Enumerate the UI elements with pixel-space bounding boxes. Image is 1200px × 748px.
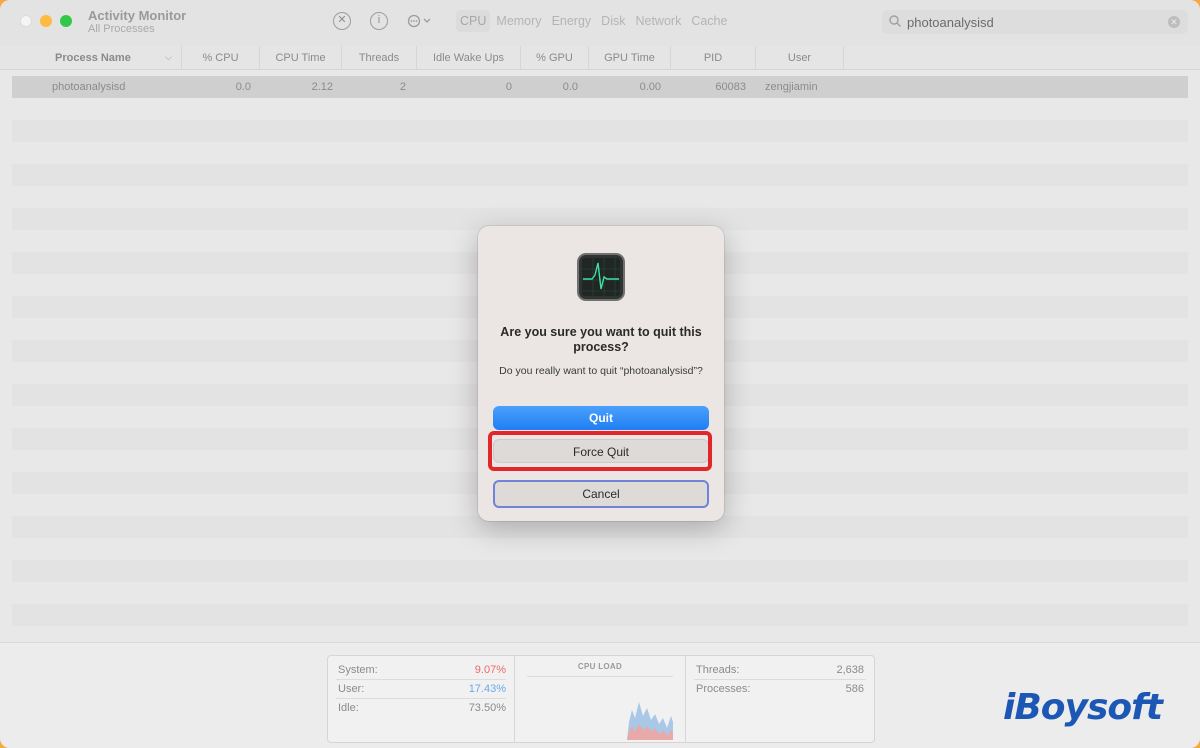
- empty-row: [12, 604, 1188, 626]
- iboysoft-watermark-logo: iBoysoft: [1003, 687, 1163, 728]
- dialog-title: Are you sure you want to quit this proce…: [500, 325, 702, 354]
- tab-memory[interactable]: Memory: [492, 10, 545, 32]
- pid-cell: 60083: [715, 81, 746, 93]
- threads-label: Threads:: [696, 664, 740, 676]
- system-label: System:: [338, 664, 378, 676]
- zoom-window-button[interactable]: [60, 15, 72, 27]
- cpu-time-cell: 2.12: [311, 81, 333, 93]
- clear-search-icon[interactable]: ✕: [1168, 16, 1180, 28]
- cpu-load-graph: CPU LOAD: [515, 656, 685, 742]
- divider: [694, 679, 866, 680]
- activity-monitor-app-icon: [577, 253, 625, 301]
- app-subtitle[interactable]: All Processes: [88, 23, 155, 35]
- process-name-cell: photoanalysisd: [52, 81, 126, 93]
- tab-energy[interactable]: Energy: [548, 10, 596, 32]
- tab-disk[interactable]: Disk: [597, 10, 629, 32]
- dialog-message: Do you really want to quit “photoanalysi…: [499, 365, 703, 377]
- empty-row: [12, 164, 1188, 186]
- cpu-usage-box: System: 9.07% User: 17.43% Idle: 73.50%: [328, 656, 514, 742]
- user-label: User:: [338, 683, 365, 695]
- quit-button[interactable]: Quit: [493, 406, 709, 430]
- column-cpu[interactable]: % CPU: [182, 46, 260, 70]
- column-threads[interactable]: Threads: [342, 46, 417, 70]
- divider: [336, 679, 506, 680]
- activity-monitor-graph-icon: [582, 258, 620, 296]
- idle-wake-ups-cell: 0: [505, 81, 512, 93]
- table-row[interactable]: photoanalysisd 0.0 2.12 2 0 0.0 0.00 600…: [12, 76, 1188, 98]
- minimize-window-button[interactable]: [40, 15, 52, 27]
- quit-process-dialog: Are you sure you want to quit this proce…: [478, 226, 724, 521]
- search-input[interactable]: photoanalysisd: [907, 15, 994, 30]
- app-title: Activity Monitor: [88, 8, 187, 23]
- empty-row: [12, 560, 1188, 582]
- empty-row: [12, 120, 1188, 142]
- idle-label: Idle:: [338, 702, 359, 714]
- processes-value: 586: [845, 683, 864, 695]
- tab-network[interactable]: Network: [631, 10, 685, 32]
- search-field[interactable]: photoanalysisd ✕: [882, 10, 1188, 34]
- processes-label: Processes:: [696, 683, 751, 695]
- more-icon[interactable]: [406, 12, 434, 30]
- threads-cell: 2: [399, 81, 406, 93]
- more-icon-glyph: [407, 14, 431, 28]
- column-pid[interactable]: PID: [671, 46, 756, 70]
- tab-cpu[interactable]: CPU: [456, 10, 491, 32]
- cpu-stats-panel: System: 9.07% User: 17.43% Idle: 73.50% …: [327, 655, 875, 743]
- view-tabs: CPU Memory Energy Disk Network Cache: [456, 10, 733, 32]
- toolbar: Activity Monitor All Processes ✕ i CPU M…: [0, 0, 1200, 46]
- threads-processes-box: Threads: 2,638 Processes: 586: [686, 656, 874, 742]
- user-value: 17.43%: [468, 683, 506, 695]
- info-icon[interactable]: i: [370, 12, 388, 30]
- column-user[interactable]: User: [756, 46, 844, 70]
- cpu-cell: 0.0: [235, 81, 251, 93]
- tab-cache[interactable]: Cache: [687, 10, 731, 32]
- stop-icon[interactable]: ✕: [333, 12, 351, 30]
- column-gpu[interactable]: % GPU: [521, 46, 589, 70]
- idle-value: 73.50%: [468, 702, 506, 714]
- column-idle-wake-ups[interactable]: Idle Wake Ups: [417, 46, 521, 70]
- column-header: Process Name ⌵ % CPU CPU Time Threads Id…: [0, 46, 1200, 70]
- close-window-button[interactable]: [20, 15, 32, 27]
- cancel-button[interactable]: Cancel: [493, 480, 709, 508]
- search-icon: [889, 15, 901, 27]
- threads-value: 2,638: [836, 664, 864, 676]
- column-cpu-time[interactable]: CPU Time: [260, 46, 342, 70]
- user-cell: zengjiamin: [765, 81, 818, 93]
- force-quit-highlight-box: [488, 431, 712, 471]
- column-process-name[interactable]: Process Name: [0, 46, 182, 70]
- cpu-load-sparkline: [627, 702, 673, 740]
- chevron-down-icon[interactable]: ⌵: [165, 52, 172, 63]
- gpu-cell: 0.0: [562, 81, 578, 93]
- system-value: 9.07%: [474, 664, 506, 676]
- divider: [336, 698, 506, 699]
- column-gpu-time[interactable]: GPU Time: [589, 46, 671, 70]
- gpu-time-cell: 0.00: [639, 81, 661, 93]
